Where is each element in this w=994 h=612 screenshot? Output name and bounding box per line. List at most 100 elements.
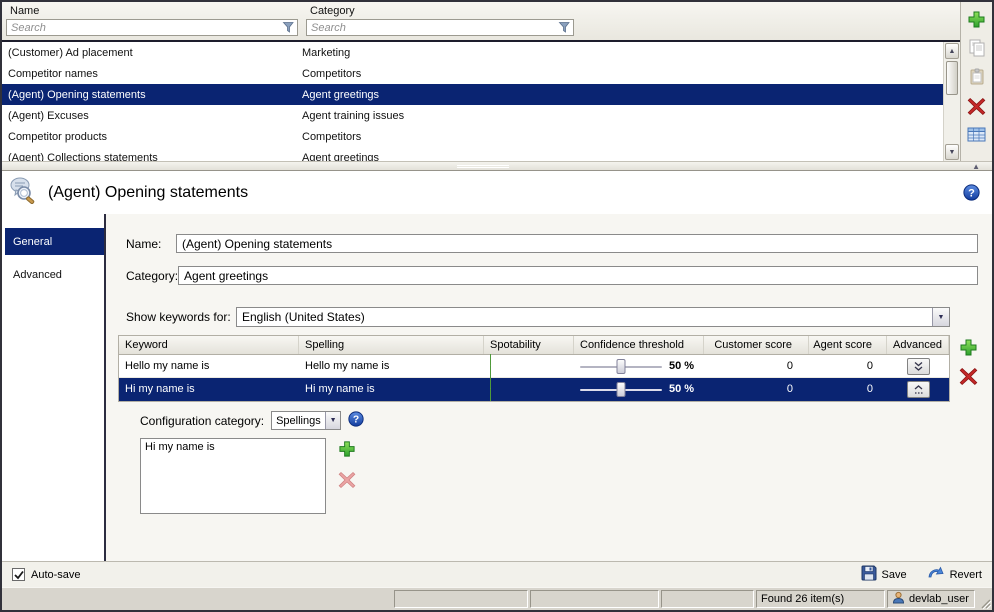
keyword-row[interactable]: Hello my name is Hello my name is 50 [119,355,949,378]
chevron-down-icon[interactable]: ▼ [325,412,340,429]
keyword-set-rows: (Customer) Ad placement Marketing Compet… [2,42,943,161]
keyword-list: Name Category [2,2,961,161]
resize-grip[interactable] [976,588,992,610]
category-label: Category: [118,269,178,283]
col-agent-score[interactable]: Agent score [809,336,887,354]
grid-icon[interactable] [967,125,987,145]
item-category: Agent training issues [302,110,943,122]
category-field[interactable] [178,266,978,285]
save-button[interactable]: Save [861,565,907,584]
advanced-collapse-button[interactable] [907,381,930,398]
pane-splitter[interactable]: ▲ [2,161,992,171]
confidence-value: 50 % [669,383,694,395]
column-header-name[interactable]: Name [6,4,306,19]
confidence-cell: 50 % [574,359,704,374]
copy-icon[interactable] [967,38,987,58]
svg-text:?: ? [968,187,975,199]
category-filter-funnel-icon[interactable] [558,21,571,39]
item-name: (Agent) Collections statements [2,152,302,162]
confidence-value: 50 % [669,360,694,372]
name-field[interactable] [176,234,978,253]
status-bar: Found 26 item(s) devlab_user [2,587,992,610]
save-icon [861,565,877,584]
show-keywords-label: Show keywords for: [118,310,236,324]
autosave-label: Auto-save [31,569,81,581]
add-spelling-icon[interactable] [337,439,357,459]
status-segment [661,590,754,608]
keyword-advanced-panel: Configuration category: Spellings ▼ ? Hi… [140,411,978,514]
delete-spelling-icon-disabled [337,470,357,490]
col-spotability[interactable]: Spotability [484,336,574,354]
help-icon[interactable]: ? [963,184,980,201]
list-item[interactable]: (Agent) Collections statements Agent gre… [2,147,943,161]
language-select[interactable]: English (United States) ▼ [236,307,950,327]
name-filter-funnel-icon[interactable] [282,21,295,39]
keyword-row-selected[interactable]: Hi my name is Hi my name is 50 % [119,378,949,401]
column-header-category[interactable]: Category [306,4,956,19]
keyword-manager-window: Name Category [0,0,994,612]
delete-icon[interactable] [967,96,987,116]
list-item[interactable]: Competitor names Competitors [2,63,943,84]
configuration-category-select[interactable]: Spellings ▼ [271,411,341,430]
list-item[interactable]: Competitor products Competitors [2,126,943,147]
add-icon[interactable] [967,9,987,29]
agent-score-cell[interactable]: 0 [809,360,887,372]
delete-keyword-icon[interactable] [958,366,978,386]
item-name: Competitor products [2,131,302,143]
add-keyword-icon[interactable] [958,337,978,357]
col-keyword[interactable]: Keyword [119,336,299,354]
revert-icon [927,566,945,583]
list-scrollbar[interactable]: ▲ ▼ [943,42,960,161]
tab-advanced[interactable]: Advanced [5,261,104,288]
scroll-down-icon[interactable]: ▼ [945,144,959,160]
scroll-up-icon[interactable]: ▲ [945,43,959,59]
name-search-input[interactable] [6,19,298,36]
scroll-thumb[interactable] [946,61,958,95]
confidence-slider[interactable] [580,382,662,397]
tab-general[interactable]: General [5,228,104,255]
status-segment [394,590,528,608]
list-header: Name Category [2,2,960,42]
col-confidence[interactable]: Confidence threshold [574,336,704,354]
detail-footer: Auto-save Save Revert [2,561,992,587]
revert-button[interactable]: Revert [927,566,982,583]
revert-label: Revert [950,569,982,581]
spelling-cell: Hello my name is [299,360,484,372]
item-category: Competitors [302,68,943,80]
paste-icon[interactable] [967,67,987,87]
splitter-grip[interactable] [457,164,509,169]
keywords-toolbar [958,335,978,386]
chevron-down-icon[interactable]: ▼ [932,308,949,326]
slider-thumb[interactable] [617,359,626,374]
status-segment [530,590,659,608]
item-category: Competitors [302,131,943,143]
autosave-checkbox[interactable] [12,568,25,581]
keyword-list-pane: Name Category [2,2,992,161]
spelling-item[interactable]: Hi my name is [145,441,321,453]
configuration-category-value: Spellings [276,415,321,427]
splitter-collapse-icon[interactable]: ▲ [972,162,980,171]
confidence-cell: 50 % [574,382,704,397]
col-customer-score[interactable]: Customer score [704,336,809,354]
spellings-listbox[interactable]: Hi my name is [140,438,326,514]
col-spelling[interactable]: Spelling [299,336,484,354]
general-tab-content: Name: Category: Show keywords for: Engli… [106,214,992,561]
confidence-slider[interactable] [580,359,662,374]
configuration-help-icon[interactable]: ? [348,411,364,430]
list-item[interactable]: (Agent) Excuses Agent training issues [2,105,943,126]
customer-score-cell[interactable]: 0 [704,360,809,372]
item-name: Competitor names [2,68,302,80]
slider-thumb[interactable] [617,382,626,397]
keywords-table-header: Keyword Spelling Spotability Confidence … [119,336,949,355]
list-item-selected[interactable]: (Agent) Opening statements Agent greetin… [2,84,943,105]
col-advanced[interactable]: Advanced [887,336,949,354]
customer-score-cell[interactable]: 0 [704,383,809,395]
detail-header: (Agent) Opening statements ? [2,171,992,214]
agent-score-cell[interactable]: 0 [809,383,887,395]
category-search-input[interactable] [306,19,574,36]
list-item[interactable]: (Customer) Ad placement Marketing [2,42,943,63]
user-icon [892,591,905,607]
advanced-expand-button[interactable] [907,358,930,375]
detail-pane: (Agent) Opening statements ? General Adv… [2,171,992,587]
item-category: Marketing [302,47,943,59]
